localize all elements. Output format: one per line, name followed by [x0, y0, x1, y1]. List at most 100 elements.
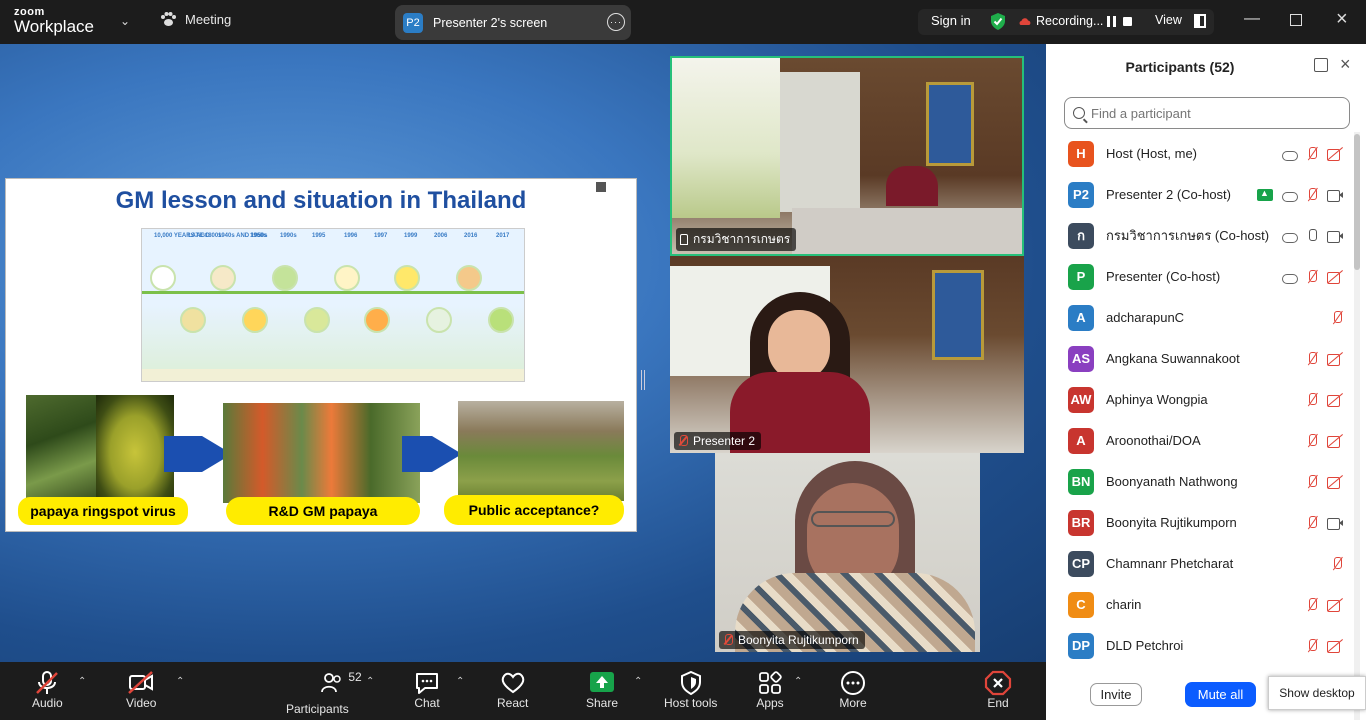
video-tile-presenter-2[interactable]: Presenter 2	[670, 256, 1024, 453]
participant-row[interactable]: กกรมวิชาการเกษตร (Co-host)	[1046, 215, 1352, 256]
camera-off-icon[interactable]	[1327, 435, 1344, 448]
camera-off-icon[interactable]	[1327, 271, 1344, 284]
video-tile-room[interactable]: กรมวิชาการเกษตร	[670, 56, 1024, 256]
search-input[interactable]	[1091, 105, 1331, 121]
participant-row[interactable]: BR Boonyita Rujtikumporn	[1046, 502, 1352, 543]
end-call-icon	[984, 670, 1012, 696]
video-button[interactable]: Video	[126, 670, 156, 710]
mic-muted-icon[interactable]	[1305, 269, 1319, 285]
participant-search[interactable]	[1064, 97, 1350, 129]
pause-recording-icon[interactable]	[1107, 16, 1116, 27]
participant-row[interactable]: CP Chamnanr Phetcharat	[1046, 543, 1352, 584]
stop-recording-icon[interactable]	[1123, 17, 1132, 26]
video-tile-boonyita[interactable]: Boonyita Rujtikumporn	[715, 453, 980, 652]
timeline-icon	[394, 265, 420, 291]
chevron-down-icon[interactable]: ⌄	[120, 14, 130, 28]
mic-muted-icon	[678, 435, 688, 447]
react-button[interactable]: React	[497, 670, 528, 710]
timeline-year: 2006	[434, 233, 448, 239]
mic-muted-icon[interactable]	[1330, 310, 1344, 326]
share-label: Share	[586, 696, 619, 710]
camera-icon[interactable]	[1327, 517, 1344, 530]
mic-muted-icon[interactable]	[1305, 187, 1319, 203]
camera-icon[interactable]	[1327, 230, 1344, 243]
participant-row[interactable]: AW Aphinya Wongpia	[1046, 379, 1352, 420]
participant-row[interactable]: Ccharin	[1046, 584, 1352, 625]
camera-off-icon[interactable]	[1327, 148, 1344, 161]
maximize-icon[interactable]	[1290, 14, 1302, 26]
camera-off-icon[interactable]	[1327, 353, 1344, 366]
splitter-handle[interactable]	[641, 370, 645, 390]
scrollbar-thumb[interactable]	[1354, 134, 1360, 270]
participant-row[interactable]: AS Angkana Suwannakoot	[1046, 338, 1352, 379]
participant-row[interactable]: H Host (Host, me)	[1046, 133, 1352, 174]
close-window-icon[interactable]: ×	[1336, 8, 1348, 31]
screen-share-pill[interactable]: P2 Presenter 2's screen ···	[395, 5, 631, 40]
participants-button[interactable]: 52 Participants	[286, 670, 362, 716]
chat-button[interactable]: Chat	[413, 670, 441, 710]
mic-muted-icon[interactable]	[1305, 351, 1319, 367]
audio-button[interactable]: Audio	[32, 670, 63, 710]
show-desktop-tooltip[interactable]: Show desktop	[1268, 676, 1366, 710]
camera-off-icon[interactable]	[1327, 394, 1344, 407]
participant-row[interactable]: P Presenter (Co-host)	[1046, 256, 1352, 297]
recording-indicator[interactable]: Recording...	[1018, 14, 1103, 28]
mic-muted-icon[interactable]	[1305, 638, 1319, 654]
shield-check-icon[interactable]	[990, 12, 1006, 31]
camera-off-icon[interactable]	[1327, 640, 1344, 653]
mic-icon[interactable]	[1305, 228, 1319, 244]
apps-button[interactable]: Apps	[756, 670, 784, 710]
mic-muted-icon[interactable]	[1305, 597, 1319, 613]
avatar: DP	[1068, 632, 1094, 659]
tile-name: Boonyita Rujtikumporn	[738, 633, 859, 647]
view-layout-icon[interactable]	[1194, 14, 1206, 28]
heart-icon	[501, 672, 524, 694]
cloud-icon	[1281, 271, 1298, 284]
mic-muted-icon[interactable]	[1305, 515, 1319, 531]
meeting-menu-button[interactable]: Meeting	[160, 12, 231, 27]
mic-muted-icon[interactable]	[1305, 146, 1319, 162]
participants-options-caret[interactable]: ⌃	[366, 676, 374, 687]
participant-row[interactable]: DP DLD Petchroi	[1046, 625, 1352, 663]
audio-options-caret[interactable]: ⌃	[78, 676, 86, 687]
mute-all-button[interactable]: Mute all	[1185, 682, 1256, 707]
mic-muted-icon[interactable]	[1305, 392, 1319, 408]
participant-row[interactable]: P2 Presenter 2 (Co-host)	[1046, 174, 1352, 215]
timeline-icon	[488, 307, 514, 333]
close-panel-icon[interactable]: ×	[1340, 54, 1351, 75]
share-options-caret[interactable]: ⌃	[634, 676, 642, 687]
more-button[interactable]: More	[839, 670, 867, 710]
more-options-icon[interactable]: ···	[607, 13, 625, 31]
end-meeting-button[interactable]: End	[984, 670, 1012, 710]
portrait-frame	[926, 82, 974, 166]
sign-in-button[interactable]: Sign in	[931, 13, 971, 28]
participant-row[interactable]: AadcharapunC	[1046, 297, 1352, 338]
share-button[interactable]: Share	[586, 670, 618, 710]
participant-row[interactable]: A Aroonothai/DOA	[1046, 420, 1352, 461]
camera-off-icon[interactable]	[1327, 599, 1344, 612]
participant-list: HHost (Host, me)P2Presenter 2 (Co-host)ก…	[1046, 133, 1352, 663]
cloud-icon	[1281, 189, 1298, 202]
invite-button[interactable]: Invite	[1090, 683, 1142, 706]
avatar: BR	[1068, 509, 1094, 536]
view-button[interactable]: View	[1155, 13, 1182, 27]
host-tools-button[interactable]: Host tools	[664, 670, 717, 710]
participant-row[interactable]: BN Boonyanath Nathwong	[1046, 461, 1352, 502]
popout-icon[interactable]	[1314, 58, 1328, 72]
glasses	[811, 511, 895, 527]
mic-muted-icon[interactable]	[1330, 556, 1344, 572]
chat-options-caret[interactable]: ⌃	[456, 676, 464, 687]
mic-muted-icon[interactable]	[1305, 433, 1319, 449]
camera-off-icon[interactable]	[1327, 476, 1344, 489]
chat-bubble-icon	[416, 673, 438, 694]
minimize-icon[interactable]: —	[1244, 10, 1260, 28]
timeline-year: 1990s	[280, 233, 297, 239]
mic-muted-icon[interactable]	[1305, 474, 1319, 490]
tile-name: Presenter 2	[693, 434, 756, 448]
label-rd-gm-papaya: R&D GM papaya	[226, 497, 420, 525]
participant-status-icons	[1330, 310, 1344, 326]
video-options-caret[interactable]: ⌃	[176, 676, 184, 687]
apps-options-caret[interactable]: ⌃	[794, 676, 802, 687]
camera-icon[interactable]	[1327, 189, 1344, 202]
react-label: React	[497, 696, 529, 710]
